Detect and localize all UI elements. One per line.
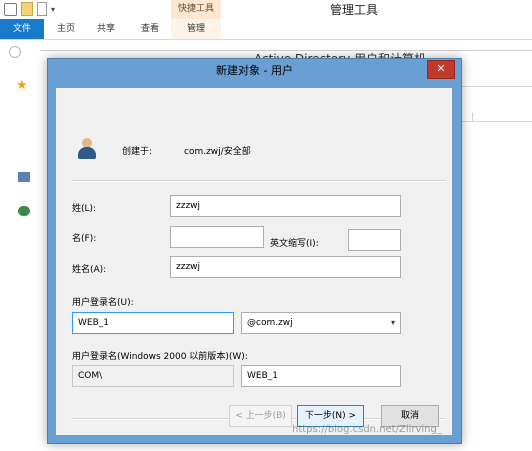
back-nav-icon[interactable] — [9, 46, 21, 58]
tool-tab-header: 快捷工具 — [171, 0, 221, 20]
new-folder-icon[interactable] — [21, 2, 33, 16]
quick-access-toolbar: ▾ — [4, 2, 55, 16]
explorer-titlebar: ▾ 快捷工具 管理工具 — [0, 0, 532, 20]
properties-icon[interactable] — [4, 2, 17, 16]
logon-name-label: 用户登录名(U): — [72, 298, 134, 308]
watermark: https://blog.csdn.net/Zlirving_ — [292, 424, 442, 435]
tab-view[interactable]: 查看 — [134, 19, 166, 39]
ad-list-header — [460, 86, 532, 122]
ribbon-tabs: 文件 主页 共享 查看 管理 — [0, 19, 532, 40]
domain-select[interactable]: @com.zwj ▾ — [241, 312, 401, 334]
first-name-field[interactable] — [170, 226, 264, 248]
pre2000-domain-field: COM\ — [72, 365, 234, 387]
pre2000-logon-field[interactable]: WEB_1 — [241, 365, 401, 387]
last-name-label: 姓(L): — [72, 204, 97, 214]
dialog-body: 创建于: com.zwj/安全部 姓(L): zzzwj 名(F): 英文缩写(… — [56, 88, 452, 435]
first-name-label: 名(F): — [72, 234, 97, 244]
user-icon — [78, 138, 96, 160]
tab-share[interactable]: 共享 — [90, 19, 122, 39]
last-name-field[interactable]: zzzwj — [170, 195, 401, 217]
logon-name-field[interactable]: WEB_1 — [72, 312, 234, 334]
network-icon[interactable] — [18, 206, 30, 216]
close-icon[interactable]: ✕ — [427, 60, 455, 79]
navigation-pane — [0, 62, 41, 450]
computer-icon[interactable] — [18, 172, 30, 182]
new-user-dialog: 新建对象 - 用户 ✕ 创建于: com.zwj/安全部 姓(L): zzzwj… — [47, 58, 462, 444]
document-icon[interactable] — [37, 2, 47, 16]
tab-manage[interactable]: 管理 — [171, 19, 221, 39]
initials-label: 英文缩写(I): — [270, 239, 319, 249]
dialog-title: 新建对象 - 用户 — [216, 64, 293, 77]
created-in-label: 创建于: — [122, 147, 153, 157]
tab-home[interactable]: 主页 — [50, 19, 82, 39]
favorites-star-icon[interactable]: ★ — [16, 78, 28, 93]
tab-file[interactable]: 文件 — [0, 19, 44, 39]
separator — [72, 180, 446, 182]
pre2000-logon-label: 用户登录名(Windows 2000 以前版本)(W): — [72, 352, 248, 362]
initials-field[interactable] — [348, 229, 401, 251]
chevron-down-icon[interactable]: ▾ — [391, 313, 395, 333]
full-name-field[interactable]: zzzwj — [170, 256, 401, 278]
created-in-value: com.zwj/安全部 — [184, 147, 251, 157]
full-name-label: 姓名(A): — [72, 265, 107, 275]
window-title: 管理工具 — [330, 3, 379, 17]
customize-toolbar-icon[interactable]: ▾ — [51, 5, 55, 14]
domain-select-value: @com.zwj — [247, 318, 293, 328]
back-button[interactable]: < 上一步(B) — [229, 405, 292, 427]
